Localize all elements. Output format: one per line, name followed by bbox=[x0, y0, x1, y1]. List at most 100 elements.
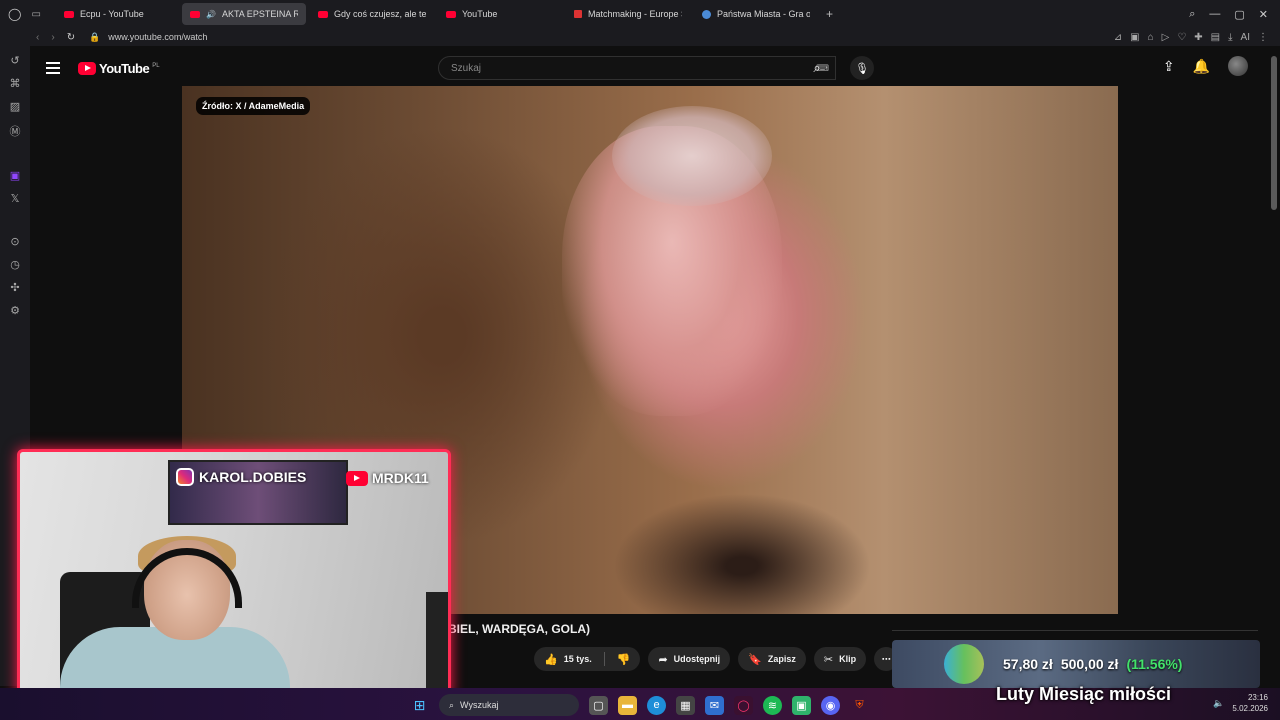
youtube-logo[interactable]: YouTube PL bbox=[78, 61, 160, 76]
webcam-overlay: KAROL.DOBIES MRDK11 bbox=[17, 449, 451, 699]
voice-search-button[interactable]: 🎙 bbox=[850, 56, 874, 80]
faceit-favicon-icon bbox=[574, 10, 582, 18]
bag-icon[interactable]: ⌘ bbox=[10, 77, 21, 90]
tab-youtube[interactable]: YouTube bbox=[438, 3, 562, 25]
search-icon: ⌕ bbox=[449, 699, 455, 710]
back-icon[interactable]: ‹ bbox=[36, 32, 39, 43]
tab-label: Ecpu - YouTube bbox=[80, 9, 144, 19]
maximize-icon[interactable]: ▢ bbox=[1234, 8, 1244, 21]
history-arrow-icon[interactable]: ↺ bbox=[10, 54, 19, 67]
download-icon[interactable]: ⤓ bbox=[1228, 32, 1232, 43]
donation-goal-widget: 57,80 zł 500,00 zł (11.56%) bbox=[892, 640, 1260, 688]
pin-icon[interactable]: ⊿ bbox=[1114, 32, 1122, 43]
header-actions: ⇪ 🔔 bbox=[1163, 56, 1248, 76]
windows-start-icon[interactable]: ⊞ bbox=[410, 696, 429, 715]
audio-icon[interactable]: 🔊 bbox=[206, 10, 216, 19]
donation-percent: (11.56%) bbox=[1126, 656, 1183, 672]
workspaces-icon[interactable]: ▭ bbox=[31, 9, 40, 20]
tab-search-icon[interactable]: ⌕ bbox=[1189, 8, 1195, 21]
stream-banner-text: Luty Miesiąc miłości bbox=[996, 684, 1172, 704]
globe-favicon-icon bbox=[702, 9, 711, 19]
file-explorer-icon[interactable]: ▬ bbox=[618, 695, 637, 715]
search-button[interactable]: ⌕ bbox=[802, 56, 832, 80]
close-icon[interactable]: ✕ bbox=[1259, 8, 1268, 21]
thumbs-down-icon[interactable]: 👎 bbox=[617, 653, 631, 666]
window-controls: ⌕ — ▢ ✕ bbox=[1189, 8, 1280, 21]
faceit-shield-icon[interactable]: ⛨ bbox=[850, 696, 869, 715]
discord-icon[interactable]: ◉ bbox=[821, 695, 840, 715]
wallet-icon[interactable]: ▤ bbox=[1211, 32, 1220, 43]
youtube-favicon-icon bbox=[64, 10, 74, 18]
save-button[interactable]: 🔖 Zapisz bbox=[738, 647, 806, 671]
tab-ecpu[interactable]: Ecpu - YouTube bbox=[56, 3, 178, 25]
nav-buttons: ‹ › ↻ bbox=[0, 32, 75, 43]
scissors-icon: ✂ bbox=[823, 653, 834, 666]
tab-label: Państwa Miasta - Gra onli bbox=[717, 9, 810, 19]
youtube-header: YouTube PL Szukaj ⌨ ⌕ 🎙 ⇪ 🔔 bbox=[30, 50, 1270, 86]
video-source-badge: Źródło: X / AdameMedia bbox=[196, 97, 311, 115]
tab-akta-epsteina[interactable]: 🔊 AKTA EPSTEINA RO bbox=[182, 3, 306, 25]
task-view-icon[interactable]: ▢ bbox=[589, 695, 608, 715]
youtube-icon bbox=[346, 470, 368, 486]
store-icon[interactable]: ▦ bbox=[676, 695, 695, 715]
donation-amounts: 57,80 zł 500,00 zł (11.56%) bbox=[1003, 656, 1182, 672]
lock-icon[interactable]: 🔒 bbox=[89, 32, 100, 43]
clock-time: 23:16 bbox=[1247, 693, 1268, 702]
new-tab-button[interactable]: + bbox=[820, 7, 839, 21]
avatar[interactable] bbox=[1228, 56, 1248, 76]
pinboard-icon[interactable]: ▨ bbox=[10, 100, 20, 113]
like-button[interactable]: 👍 15 tys. 👎 bbox=[534, 647, 641, 671]
search-input[interactable]: Szukaj ⌨ bbox=[438, 56, 836, 80]
translate-icon[interactable]: ⌂ bbox=[1148, 32, 1154, 43]
edge-icon[interactable]: e bbox=[647, 695, 666, 715]
minimize-icon[interactable]: — bbox=[1209, 8, 1220, 20]
notifications-bell-icon[interactable]: 🔔 bbox=[1193, 58, 1210, 75]
video-actions: 👍 15 tys. 👎 ➦ Udostępnij 🔖 Zapisz ✂ Klip… bbox=[534, 647, 899, 671]
player-icon[interactable]: ⊙ bbox=[10, 235, 19, 248]
page-scrollbar[interactable] bbox=[1271, 56, 1277, 210]
tab-matchmaking[interactable]: Matchmaking - Europe Sv bbox=[566, 3, 690, 25]
instagram-icon bbox=[176, 468, 194, 486]
youtube-wordmark: YouTube bbox=[99, 60, 150, 76]
x-twitter-icon[interactable]: 𝕏 bbox=[11, 192, 20, 205]
clock-icon[interactable]: ◷ bbox=[10, 258, 20, 271]
spotify-icon[interactable]: ≋ bbox=[763, 695, 782, 715]
forward-icon[interactable]: › bbox=[51, 32, 54, 43]
share-button[interactable]: ➦ Udostępnij bbox=[648, 647, 731, 671]
thumbs-up-icon: 👍 bbox=[544, 653, 558, 666]
taskbar-search[interactable]: ⌕ Wyszukaj bbox=[439, 694, 579, 716]
opera-gx-icon[interactable]: ◯ bbox=[734, 695, 753, 715]
upload-icon[interactable]: ⇪ bbox=[1163, 58, 1175, 75]
instagram-handle: KAROL.DOBIES bbox=[176, 468, 306, 486]
clip-button[interactable]: ✂ Klip bbox=[813, 647, 867, 671]
reload-icon[interactable]: ↻ bbox=[67, 32, 75, 43]
browser-leading-icons: ◯ ▭ bbox=[0, 7, 54, 21]
more-icon: ⋯ bbox=[881, 653, 891, 664]
android-app-icon[interactable]: ▣ bbox=[792, 695, 811, 715]
twitch-icon[interactable]: ▣ bbox=[10, 169, 20, 182]
heart-icon[interactable]: ♡ bbox=[1177, 32, 1186, 43]
mail-icon[interactable]: ✉ bbox=[705, 695, 724, 715]
settings-gear-icon[interactable]: ⚙ bbox=[10, 304, 20, 317]
snapshot-icon[interactable]: ▣ bbox=[1130, 32, 1139, 43]
browser-menu-icon[interactable]: ⋮ bbox=[1258, 32, 1268, 43]
opera-menu-icon[interactable]: ◯ bbox=[8, 7, 21, 21]
extensions-icon[interactable]: ✚ bbox=[1194, 32, 1202, 43]
video-title: BIEL, WARDĘGA, GOLA) bbox=[448, 622, 590, 636]
play-icon[interactable]: ▷ bbox=[1162, 32, 1170, 43]
clock[interactable]: 23:16 5.02.2026 bbox=[1232, 692, 1268, 714]
menu-hamburger-icon[interactable] bbox=[46, 62, 68, 74]
speaker-icon[interactable]: 🔈 bbox=[1213, 698, 1224, 709]
tab-gdy-cos-czujesz[interactable]: Gdy coś czujesz, ale tego bbox=[310, 3, 434, 25]
m-icon[interactable]: Ⓜ bbox=[10, 123, 21, 139]
tab-panstwa-miasta[interactable]: Państwa Miasta - Gra onli bbox=[694, 3, 818, 25]
tab-label: Gdy coś czujesz, ale tego bbox=[334, 9, 426, 19]
save-label: Zapisz bbox=[767, 654, 796, 664]
extensions-sidebar-icon[interactable]: ✣ bbox=[10, 281, 19, 294]
aria-ai-button[interactable]: AI bbox=[1241, 32, 1250, 43]
youtube-favicon-icon bbox=[446, 10, 456, 18]
donation-current: 57,80 zł bbox=[1003, 656, 1053, 672]
taskbar-icons: ⊞ ⌕ Wyszukaj ▢ ▬ e ▦ ✉ ◯ ≋ ▣ ◉ ⛨ bbox=[410, 694, 869, 716]
youtube-channel-name: MRDK11 bbox=[372, 470, 429, 486]
url-field[interactable]: www.youtube.com/watch bbox=[108, 32, 207, 42]
